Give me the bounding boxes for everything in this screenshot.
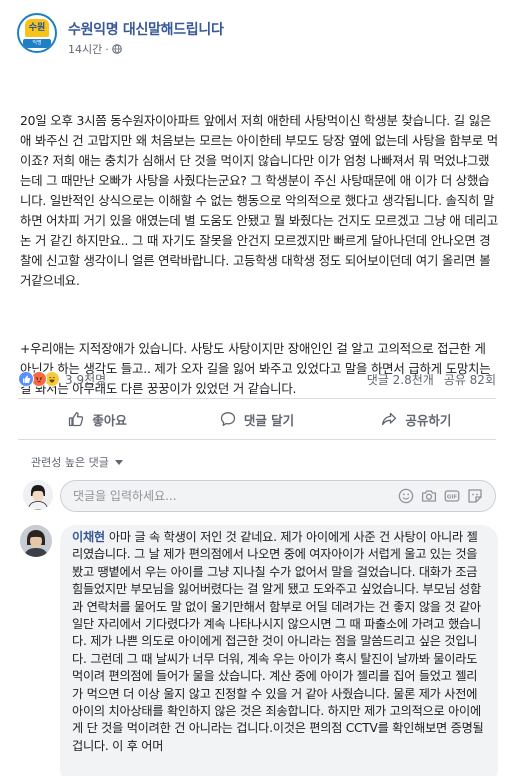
reaction-count[interactable]: 3.9천명 — [65, 371, 106, 388]
comment-input-placeholder: 댓글을 입력하세요... — [73, 489, 177, 503]
reactions-bar: 3.9천명 댓글 2.8천개 공유 82회 — [18, 369, 496, 389]
globe-icon — [111, 44, 122, 54]
engagement-counts: 댓글 2.8천개 공유 82회 — [367, 371, 496, 388]
comment-button[interactable]: 댓글 달기 — [177, 403, 336, 435]
share-icon — [382, 412, 397, 426]
post-actions: 좋아요 댓글 달기 공유하기 — [18, 403, 496, 435]
page-logo-bottom: 익명 — [23, 39, 51, 48]
commenter-photo-icon — [20, 525, 52, 557]
page-name[interactable]: 수원익명 대신말해드립니다 — [68, 19, 224, 39]
share-count[interactable]: 공유 82회 — [444, 371, 496, 388]
gif-icon[interactable]: GIF — [444, 488, 460, 504]
my-avatar[interactable] — [23, 480, 53, 510]
camera-icon[interactable] — [421, 488, 437, 504]
emoji-icon[interactable] — [398, 488, 414, 504]
like-reaction-icon — [18, 371, 34, 387]
like-button-label: 좋아요 — [92, 412, 127, 428]
post-time[interactable]: 14시간 — [68, 41, 102, 57]
post-header: 수원 익명 수원익명 대신말해드립니다 14시간 · — [0, 0, 514, 64]
share-button[interactable]: 공유하기 — [337, 403, 496, 435]
divider — [18, 398, 496, 399]
thumbs-up-icon — [69, 412, 84, 427]
page-logo-top: 수원 — [25, 19, 49, 37]
divider — [18, 439, 496, 440]
comment-count[interactable]: 댓글 2.8천개 — [367, 371, 434, 388]
avatar-illustration-icon — [23, 480, 53, 510]
comment-button-label: 댓글 달기 — [243, 412, 295, 428]
comment-composer: 댓글을 입력하세요... GIF — [20, 480, 498, 516]
reaction-icons[interactable] — [18, 371, 60, 387]
post-paragraph: 20일 오후 3시쯤 동수원자이아파트 앞에서 저희 애한테 사탕먹이신 학생분… — [20, 113, 502, 288]
caret-down-icon — [114, 459, 123, 465]
comment-bubble: 이채현 아마 글 속 학생이 저인 것 같네요. 제가 아이에게 사준 건 사탕이… — [60, 525, 498, 776]
commenter-name[interactable]: 이채현 — [72, 530, 105, 544]
page-avatar[interactable]: 수원 익명 — [17, 13, 57, 53]
comment-filter-dropdown[interactable]: 관련성 높은 댓글 — [31, 454, 123, 470]
input-tools: GIF — [398, 488, 483, 504]
svg-text:GIF: GIF — [447, 495, 458, 501]
share-button-label: 공유하기 — [405, 412, 452, 428]
post-meta: 14시간 · — [68, 41, 122, 57]
comment-input[interactable]: 댓글을 입력하세요... GIF — [60, 480, 496, 512]
comment-icon — [220, 412, 235, 426]
sticker-icon[interactable] — [467, 488, 483, 504]
comment-text: 아마 글 속 학생이 저인 것 같네요. 제가 아이에게 사준 건 사탕이 아니… — [72, 530, 484, 753]
like-button[interactable]: 좋아요 — [18, 403, 177, 435]
commenter-avatar[interactable] — [20, 525, 52, 557]
comment-filter-label: 관련성 높은 댓글 — [31, 456, 109, 469]
